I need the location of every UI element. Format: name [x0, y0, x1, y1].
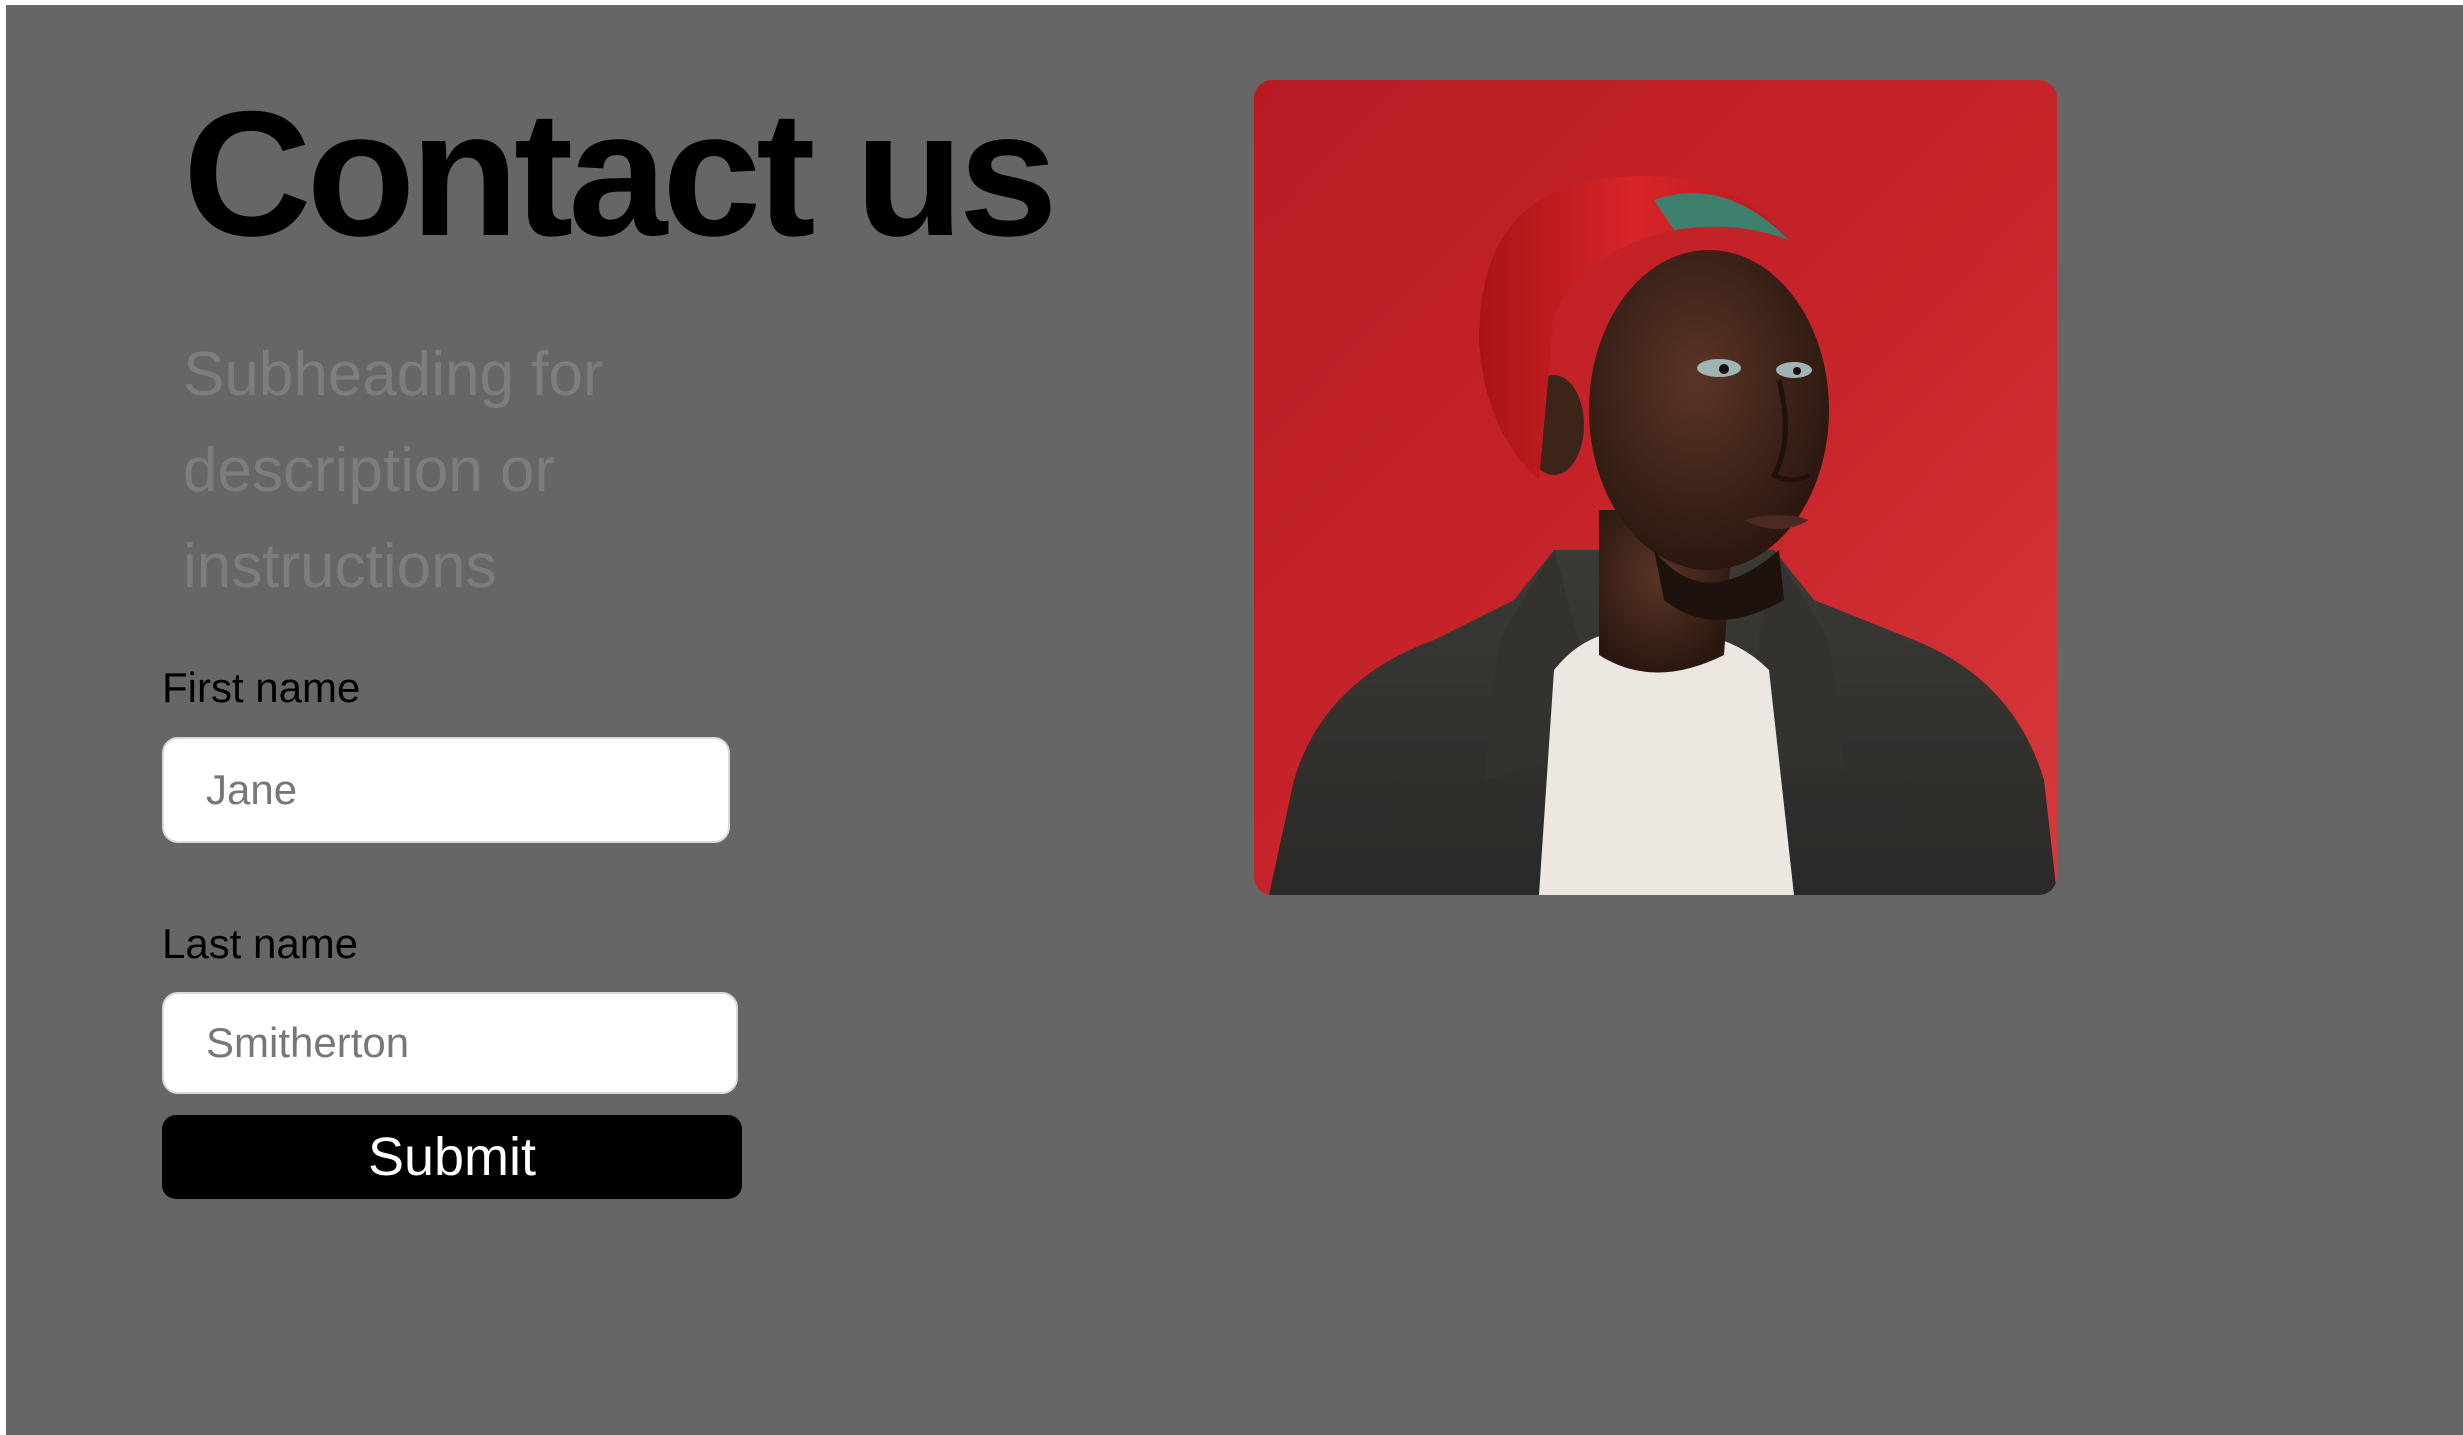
page-subheading: Subheading for description or instructio…	[183, 340, 604, 601]
last-name-label: Last name	[162, 920, 359, 967]
first-name-input[interactable]	[162, 737, 730, 843]
portrait-illustration	[1254, 80, 2057, 895]
page-title: Contact us	[183, 74, 1058, 273]
first-name-label: First name	[162, 664, 361, 711]
submit-button[interactable]: Submit	[162, 1115, 742, 1199]
portrait-photo	[1254, 80, 2057, 895]
last-name-input[interactable]	[162, 992, 738, 1094]
contact-page: Contact us Subheading for description or…	[6, 5, 2463, 1435]
